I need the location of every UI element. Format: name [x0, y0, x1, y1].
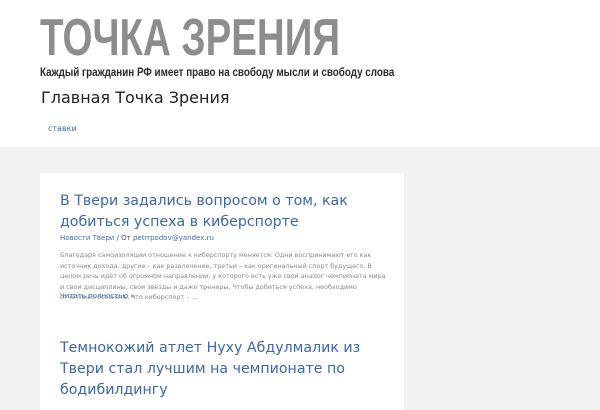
post-title-link[interactable]: В Твери задались вопросом о том, как доб…: [60, 191, 395, 233]
post-meta: Новости Твери / От petrrpodov@yandex.ru: [60, 234, 214, 242]
post-category-link[interactable]: Новости Твери: [60, 234, 114, 242]
post-card: Темнокожий атлет Нуху Абдулмалик из Твер…: [40, 330, 404, 410]
logo-title: ТОЧКА ЗРЕНИЯ: [40, 9, 341, 67]
post-meta-separator: / От: [114, 234, 133, 242]
post-author-link[interactable]: petrrpodov@yandex.ru: [133, 234, 214, 242]
read-more-link[interactable]: Читать полностью »: [60, 292, 135, 300]
logo-tagline: Каждый гражданин РФ имеет право на свобо…: [40, 65, 395, 79]
site-logo[interactable]: ТОЧКА ЗРЕНИЯ Каждый гражданин РФ имеет п…: [40, 9, 394, 79]
site-header: ТОЧКА ЗРЕНИЯ Каждый гражданин РФ имеет п…: [0, 0, 600, 147]
post-card: В Твери задались вопросом о том, как доб…: [40, 173, 404, 333]
menu-item-stavki[interactable]: ставки: [48, 124, 77, 133]
site-title-link[interactable]: Главная Точка Зрения: [41, 88, 230, 107]
post-title-link[interactable]: Темнокожий атлет Нуху Абдулмалик из Твер…: [60, 338, 395, 401]
